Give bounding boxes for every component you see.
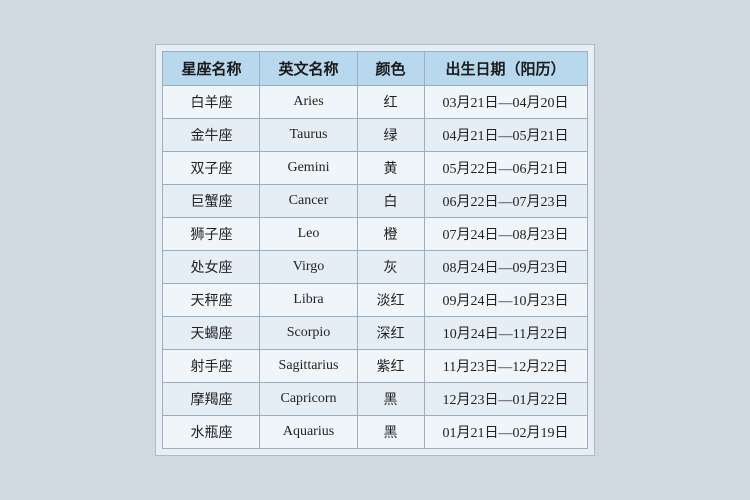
cell-color: 黑	[357, 383, 424, 416]
cell-chinese-name: 巨蟹座	[163, 185, 260, 218]
table-row: 天秤座Libra淡红09月24日—10月23日	[163, 284, 587, 317]
cell-english-name: Sagittarius	[260, 350, 357, 383]
cell-color: 淡红	[357, 284, 424, 317]
cell-chinese-name: 金牛座	[163, 119, 260, 152]
cell-chinese-name: 水瓶座	[163, 416, 260, 449]
cell-color: 橙	[357, 218, 424, 251]
cell-color: 黑	[357, 416, 424, 449]
cell-english-name: Aquarius	[260, 416, 357, 449]
cell-date: 10月24日—11月22日	[424, 317, 587, 350]
cell-color: 紫红	[357, 350, 424, 383]
cell-color: 红	[357, 86, 424, 119]
cell-color: 黄	[357, 152, 424, 185]
cell-chinese-name: 射手座	[163, 350, 260, 383]
cell-date: 01月21日—02月19日	[424, 416, 587, 449]
table-body: 白羊座Aries红03月21日—04月20日金牛座Taurus绿04月21日—0…	[163, 86, 587, 449]
cell-date: 04月21日—05月21日	[424, 119, 587, 152]
cell-chinese-name: 天蝎座	[163, 317, 260, 350]
cell-date: 07月24日—08月23日	[424, 218, 587, 251]
cell-color: 灰	[357, 251, 424, 284]
table-row: 处女座Virgo灰08月24日—09月23日	[163, 251, 587, 284]
table-row: 金牛座Taurus绿04月21日—05月21日	[163, 119, 587, 152]
cell-english-name: Virgo	[260, 251, 357, 284]
zodiac-table: 星座名称 英文名称 颜色 出生日期（阳历） 白羊座Aries红03月21日—04…	[162, 51, 587, 449]
table-row: 双子座Gemini黄05月22日—06月21日	[163, 152, 587, 185]
cell-color: 深红	[357, 317, 424, 350]
cell-date: 03月21日—04月20日	[424, 86, 587, 119]
table-row: 天蝎座Scorpio深红10月24日—11月22日	[163, 317, 587, 350]
table-row: 狮子座Leo橙07月24日—08月23日	[163, 218, 587, 251]
cell-chinese-name: 白羊座	[163, 86, 260, 119]
cell-date: 06月22日—07月23日	[424, 185, 587, 218]
zodiac-table-container: 星座名称 英文名称 颜色 出生日期（阳历） 白羊座Aries红03月21日—04…	[155, 44, 594, 456]
cell-chinese-name: 处女座	[163, 251, 260, 284]
cell-date: 09月24日—10月23日	[424, 284, 587, 317]
cell-color: 绿	[357, 119, 424, 152]
header-chinese-name: 星座名称	[163, 52, 260, 86]
cell-english-name: Aries	[260, 86, 357, 119]
cell-chinese-name: 天秤座	[163, 284, 260, 317]
cell-date: 12月23日—01月22日	[424, 383, 587, 416]
cell-chinese-name: 摩羯座	[163, 383, 260, 416]
cell-color: 白	[357, 185, 424, 218]
cell-english-name: Cancer	[260, 185, 357, 218]
cell-english-name: Leo	[260, 218, 357, 251]
table-row: 水瓶座Aquarius黑01月21日—02月19日	[163, 416, 587, 449]
table-row: 射手座Sagittarius紫红11月23日—12月22日	[163, 350, 587, 383]
header-date: 出生日期（阳历）	[424, 52, 587, 86]
cell-date: 11月23日—12月22日	[424, 350, 587, 383]
table-row: 白羊座Aries红03月21日—04月20日	[163, 86, 587, 119]
cell-date: 08月24日—09月23日	[424, 251, 587, 284]
cell-chinese-name: 狮子座	[163, 218, 260, 251]
table-row: 巨蟹座Cancer白06月22日—07月23日	[163, 185, 587, 218]
cell-date: 05月22日—06月21日	[424, 152, 587, 185]
table-header-row: 星座名称 英文名称 颜色 出生日期（阳历）	[163, 52, 587, 86]
cell-english-name: Capricorn	[260, 383, 357, 416]
cell-chinese-name: 双子座	[163, 152, 260, 185]
header-english-name: 英文名称	[260, 52, 357, 86]
cell-english-name: Libra	[260, 284, 357, 317]
cell-english-name: Gemini	[260, 152, 357, 185]
header-color: 颜色	[357, 52, 424, 86]
cell-english-name: Taurus	[260, 119, 357, 152]
table-row: 摩羯座Capricorn黑12月23日—01月22日	[163, 383, 587, 416]
cell-english-name: Scorpio	[260, 317, 357, 350]
